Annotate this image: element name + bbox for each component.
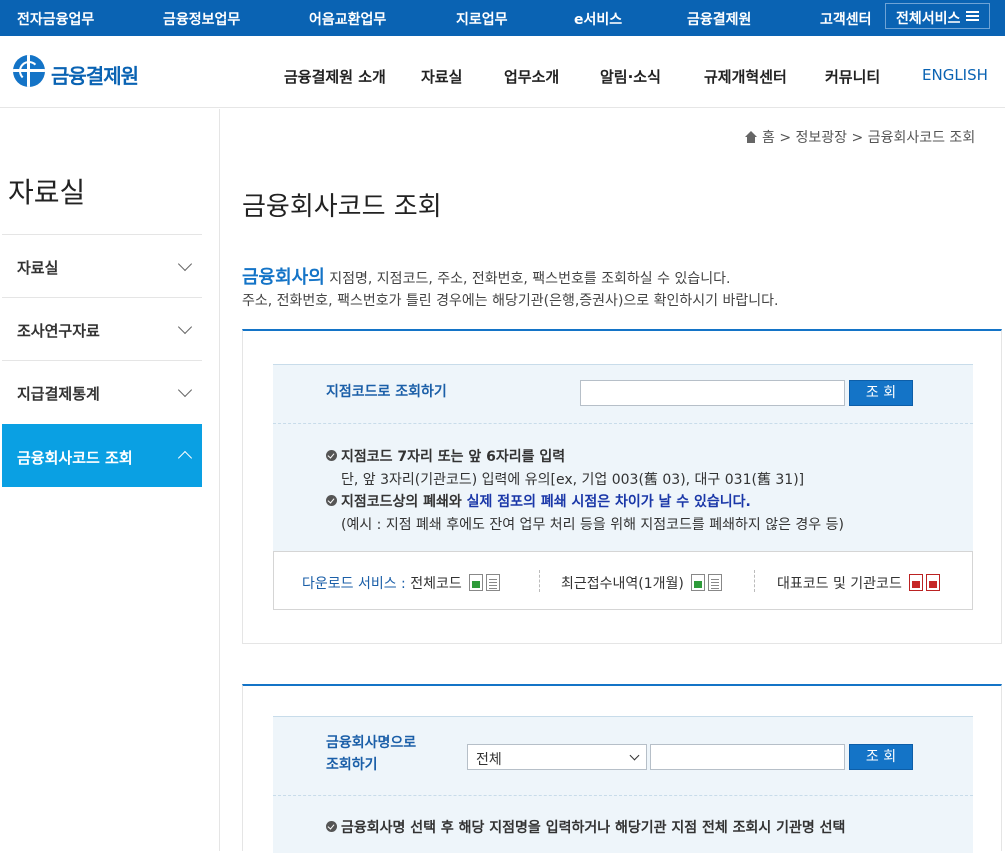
nav-library[interactable]: 자료실 <box>421 66 462 87</box>
intro-emphasis: 금융회사의 <box>242 267 325 288</box>
excel-file-icon[interactable] <box>469 574 484 591</box>
divider <box>273 423 973 424</box>
chevron-up-icon <box>177 450 193 466</box>
chevron-down-icon <box>177 382 193 398</box>
breadcrumb-sep: > <box>779 130 792 146</box>
topbar-item-bill-clearing[interactable]: 어음교환업무 <box>309 9 386 29</box>
branch-code-panel: 지점코드로 조회하기 조 회 지점코드 7자리 또는 앞 6자리를 입력 단, … <box>242 329 1002 644</box>
text-file-icon[interactable] <box>486 574 501 591</box>
breadcrumb-current: 금융회사코드 조회 <box>867 130 976 146</box>
company-note-1: 금융회사명 선택 후 해당 지점명을 입력하거나 해당기관 지점 전체 조회시 … <box>326 817 845 837</box>
text-file-icon[interactable] <box>708 574 723 591</box>
logo-text[interactable]: 금융결제원 <box>51 60 139 89</box>
divider <box>273 795 973 796</box>
sidebar-item-label: 자료실 <box>17 259 59 277</box>
pdf-file-icon[interactable] <box>926 574 941 591</box>
nav-english[interactable]: ENGLISH <box>922 66 988 84</box>
nav-news[interactable]: 알림·소식 <box>600 66 661 87</box>
topbar-item-eservice[interactable]: e서비스 <box>574 9 622 29</box>
sidebar-item-label: 조사연구자료 <box>17 322 100 340</box>
branch-code-search-button[interactable]: 조 회 <box>849 380 913 406</box>
check-circle-icon <box>326 821 337 832</box>
company-name-search-box: 금융회사명으로 조회하기 전체 조 회 금융회사명 선택 후 해당 지점명을 입력… <box>273 716 973 853</box>
sidebar-item-research[interactable]: 조사연구자료 <box>2 297 202 360</box>
breadcrumb-home[interactable]: 홈 <box>762 130 775 146</box>
branch-code-search-box: 지점코드로 조회하기 조 회 지점코드 7자리 또는 앞 6자리를 입력 단, … <box>273 364 973 551</box>
check-circle-icon <box>326 450 337 461</box>
divider <box>539 570 540 592</box>
all-services-label: 전체서비스 <box>896 11 961 27</box>
topbar-item-customer-center[interactable]: 고객센터 <box>820 9 872 29</box>
sidebar: 자료실 자료실 조사연구자료 지급결제통계 금융회사코드 조회 <box>0 109 220 851</box>
company-select-value: 전체 <box>476 752 502 768</box>
branch-name-input[interactable] <box>650 744 845 770</box>
home-icon[interactable] <box>745 131 757 143</box>
all-services-button[interactable]: 전체서비스 <box>885 3 990 29</box>
check-circle-icon <box>326 495 337 506</box>
sidebar-item-library[interactable]: 자료실 <box>2 234 202 297</box>
branch-note-2-detail: (예시 : 지점 폐쇄 후에도 잔여 업무 처리 등을 위해 지점코드를 폐쇄하… <box>341 517 844 533</box>
sidebar-item-label: 금융회사코드 조회 <box>17 449 133 467</box>
topbar-item-electronic-finance[interactable]: 전자금융업무 <box>17 9 94 29</box>
branch-code-label: 지점코드로 조회하기 <box>326 384 447 400</box>
sidebar-title: 자료실 <box>8 176 86 209</box>
intro-text: 지점명, 지점코드, 주소, 전화번호, 팩스번호를 조회하실 수 있습니다. <box>324 271 731 287</box>
company-name-label: 금융회사명으로 조회하기 <box>326 735 417 773</box>
download-service-box: 다운로드 서비스 : 전체코드 최근접수내역(1개월) 대표코드 및 기관코드 <box>273 551 973 610</box>
main-header: 금융결제원 금융결제원 소개 자료실 업무소개 알림·소식 규제개혁센터 커뮤니… <box>0 36 1005 108</box>
chevron-down-icon <box>629 750 640 761</box>
topbar-item-giro[interactable]: 지로업무 <box>456 9 508 29</box>
branch-code-input[interactable] <box>580 380 845 406</box>
topbar-item-financial-info[interactable]: 금융정보업무 <box>163 9 240 29</box>
pdf-file-icon[interactable] <box>909 574 924 591</box>
sidebar-item-code-lookup[interactable]: 금융회사코드 조회 <box>2 424 202 487</box>
download-recent: 최근접수내역(1개월) <box>561 573 723 593</box>
top-service-bar: 전자금융업무 금융정보업무 어음교환업무 지로업무 e서비스 금융결제원 고객센… <box>0 0 1005 36</box>
hamburger-icon <box>966 11 979 21</box>
page-title: 금융회사코드 조회 <box>242 192 442 222</box>
chevron-down-icon <box>177 256 193 272</box>
branch-note-1-detail: 단, 앞 3자리(기관코드) 입력에 유의[ex, 기업 003(舊 03), … <box>341 472 805 488</box>
company-name-search-button[interactable]: 조 회 <box>849 744 913 770</box>
breadcrumb: 홈 > 정보광장 > 금융회사코드 조회 <box>745 127 975 147</box>
branch-note-1-title: 지점코드 7자리 또는 앞 6자리를 입력 <box>326 446 565 466</box>
download-representative-codes: 대표코드 및 기관코드 <box>777 573 941 593</box>
chevron-down-icon <box>177 319 193 335</box>
nav-regulation[interactable]: 규제개혁센터 <box>704 66 787 87</box>
breadcrumb-level1[interactable]: 정보광장 <box>796 130 848 146</box>
nav-business[interactable]: 업무소개 <box>504 66 559 87</box>
nav-community[interactable]: 커뮤니티 <box>825 66 880 87</box>
divider <box>754 570 755 592</box>
company-select[interactable]: 전체 <box>467 744 647 770</box>
sidebar-item-statistics[interactable]: 지급결제통계 <box>2 360 202 423</box>
download-all-codes: 다운로드 서비스 : 전체코드 <box>302 573 501 593</box>
company-name-panel: 금융회사명으로 조회하기 전체 조 회 금융회사명 선택 후 해당 지점명을 입력… <box>242 684 1002 853</box>
breadcrumb-sep: > <box>851 130 864 146</box>
nav-about[interactable]: 금융결제원 소개 <box>284 66 386 87</box>
topbar-item-kftc[interactable]: 금융결제원 <box>687 9 751 29</box>
kftc-logo-icon[interactable] <box>13 55 45 87</box>
intro-line-1: 금융회사의 지점명, 지점코드, 주소, 전화번호, 팩스번호를 조회하실 수 … <box>242 263 730 289</box>
sidebar-item-label: 지급결제통계 <box>17 385 100 403</box>
intro-line-2: 주소, 전화번호, 팩스번호가 틀린 경우에는 해당기관(은행,증권사)으로 확… <box>242 293 779 309</box>
branch-note-2-title: 지점코드상의 폐쇄와 실제 점포의 폐쇄 시점은 차이가 날 수 있습니다. <box>326 491 751 511</box>
excel-file-icon[interactable] <box>691 574 706 591</box>
